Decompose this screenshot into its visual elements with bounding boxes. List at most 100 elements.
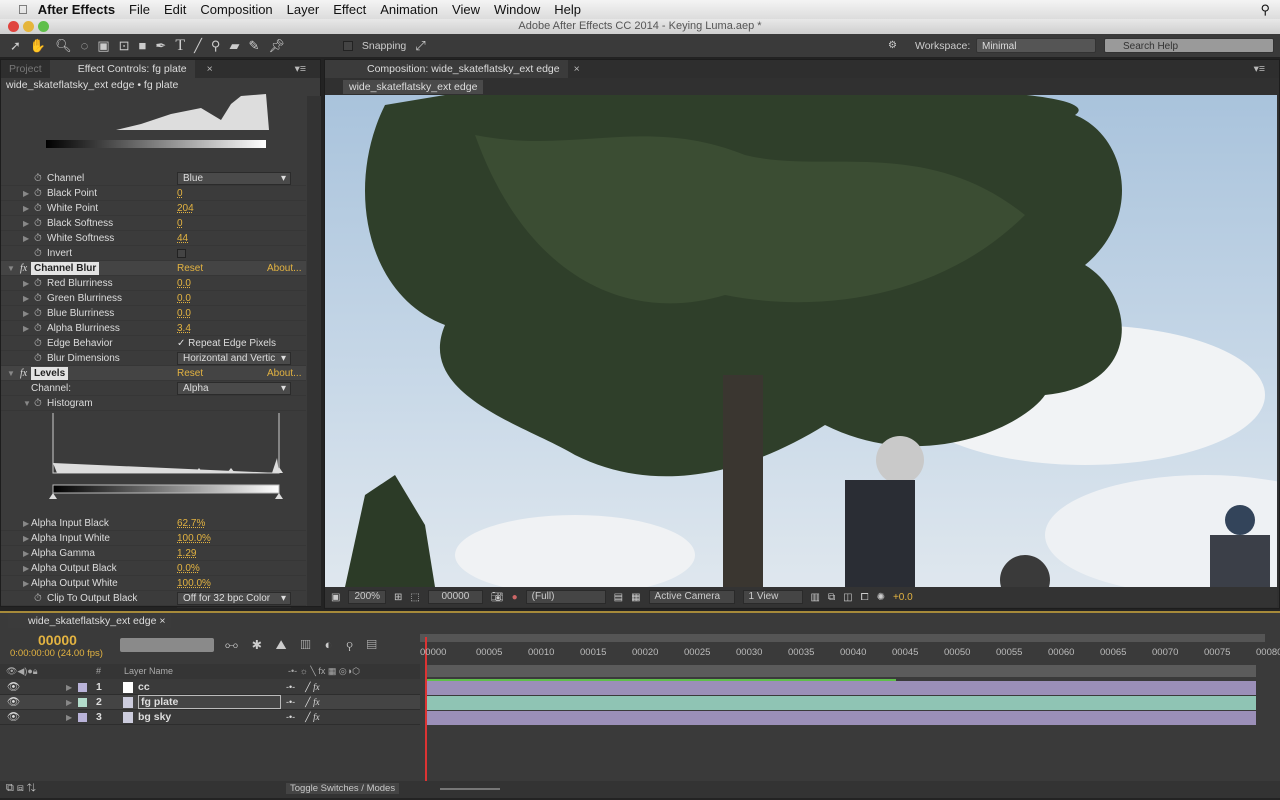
effect-name[interactable]: Channel Blur [31, 262, 100, 275]
layer-duration-bar[interactable] [426, 711, 1256, 725]
workspace-icon[interactable]: ⚙ [888, 40, 897, 51]
composition-viewer[interactable] [325, 95, 1277, 587]
alpha-output-white-value[interactable]: 100.0% [177, 576, 211, 591]
collapse-triangle-icon[interactable]: ▼ [7, 261, 15, 276]
menu-window[interactable]: Window [494, 2, 540, 17]
pan-behind-tool-icon[interactable]: ⊡ [119, 38, 130, 54]
snapping-checkbox[interactable] [342, 40, 353, 51]
expand-triangle-icon[interactable]: ▶ [23, 186, 29, 201]
layer-search-input[interactable] [120, 638, 214, 652]
exposure-icon[interactable]: ✺ [877, 592, 885, 603]
red-blurriness-value[interactable]: 0.0 [177, 276, 191, 291]
rotate-tool-icon[interactable]: ◌ [81, 38, 89, 53]
expand-triangle-icon[interactable]: ▶ [23, 516, 29, 531]
minimize-window-button[interactable] [23, 21, 34, 32]
visibility-eye-icon[interactable]: 👁︎ [7, 710, 20, 725]
pen-tool-icon[interactable]: ✒ [155, 38, 166, 54]
clip-to-output-black-dropdown[interactable]: Off for 32 bpc Color [177, 592, 291, 605]
expand-triangle-icon[interactable]: ▶ [66, 695, 72, 710]
stopwatch-icon[interactable]: ⏱︎ [34, 306, 42, 321]
label-color-swatch[interactable] [78, 713, 87, 722]
reset-link[interactable]: Reset [177, 261, 203, 276]
expand-triangle-icon[interactable]: ▶ [23, 216, 29, 231]
layer-name[interactable]: fg plate [138, 695, 281, 709]
toggle-switches-modes-button[interactable]: Toggle Switches / Modes [286, 783, 400, 794]
label-color-swatch[interactable] [78, 698, 87, 707]
close-tab-icon[interactable]: × [574, 63, 580, 75]
stopwatch-icon[interactable]: ⏱︎ [34, 246, 42, 261]
timeline-icon[interactable]: ◫ [843, 592, 852, 603]
fx-icon[interactable]: fx [20, 366, 27, 381]
stopwatch-icon[interactable]: ⏱︎ [34, 171, 42, 186]
layer-row[interactable]: 👁︎ ▶ 1 cc -•- ╱ fx [0, 680, 420, 695]
green-blurriness-value[interactable]: 0.0 [177, 291, 191, 306]
blur-dimensions-dropdown[interactable]: Horizontal and Vertic [177, 352, 291, 365]
expand-triangle-icon[interactable]: ▶ [23, 231, 29, 246]
always-preview-icon[interactable]: ▣ [331, 592, 340, 603]
tab-timeline[interactable]: wide_skateflatsky_ext edge × [8, 614, 172, 628]
fast-preview-icon[interactable]: ⧉ [828, 592, 835, 603]
layer-duration-bar[interactable] [426, 681, 1256, 695]
stopwatch-icon[interactable]: ⏱︎ [34, 231, 42, 246]
expand-triangle-icon[interactable]: ▶ [23, 576, 29, 591]
expand-triangle-icon[interactable]: ▶ [66, 680, 72, 695]
resolution-dropdown[interactable]: (Full) [525, 590, 606, 604]
stopwatch-icon[interactable]: ⏱︎ [34, 276, 42, 291]
visibility-eye-icon[interactable]: 👁︎ [7, 680, 20, 695]
black-softness-value[interactable]: 0 [177, 216, 183, 231]
expand-triangle-icon[interactable]: ▶ [23, 546, 29, 561]
apple-icon[interactable]:  [18, 2, 28, 17]
expand-triangle-icon[interactable]: ▶ [23, 561, 29, 576]
layer-switches[interactable]: -•- ╱ fx [286, 680, 320, 695]
transparency-grid-icon[interactable]: ▦ [631, 592, 640, 603]
stopwatch-icon[interactable]: ⏱︎ [34, 396, 42, 411]
invert-checkbox[interactable] [177, 249, 186, 258]
stopwatch-icon[interactable]: ⏱︎ [34, 216, 42, 231]
expand-triangle-icon[interactable]: ▶ [23, 291, 29, 306]
current-time-field[interactable]: 00000 [427, 590, 483, 604]
selection-tool-icon[interactable]: ➚ [10, 38, 21, 54]
hand-tool-icon[interactable]: ✋ [30, 38, 46, 54]
channel-dropdown[interactable]: Blue [177, 172, 291, 185]
close-tab-icon[interactable]: × [207, 63, 213, 75]
puppet-pin-tool-icon[interactable]: 📌︎ [268, 38, 285, 54]
layer-switches[interactable]: -•- ╱ fx [286, 695, 320, 710]
view-layout-dropdown[interactable]: 1 View [742, 590, 803, 604]
levels-histogram[interactable] [47, 413, 287, 503]
clone-stamp-tool-icon[interactable]: ⚲ [211, 38, 221, 54]
alpha-output-black-value[interactable]: 0.0% [177, 561, 200, 576]
zoom-window-button[interactable] [38, 21, 49, 32]
brush-tool-icon[interactable]: ╱ [194, 38, 202, 54]
menu-composition[interactable]: Composition [200, 2, 272, 17]
menu-help[interactable]: Help [554, 2, 581, 17]
expand-triangle-icon[interactable]: ▶ [23, 276, 29, 291]
app-menu[interactable]: After Effects [38, 2, 115, 17]
white-point-value[interactable]: 204 [177, 201, 194, 216]
menu-layer[interactable]: Layer [287, 2, 320, 17]
clip-to-output-white-dropdown[interactable]: Off for 32 bpc Color [177, 607, 291, 608]
layer-row[interactable]: 👁︎ ▶ 3 bg sky -•- ╱ fx [0, 710, 420, 725]
collapse-triangle-icon[interactable]: ▼ [7, 366, 15, 381]
expand-triangle-icon[interactable]: ▶ [23, 531, 29, 546]
tab-effect-controls[interactable]: Effect Controls: fg plate [49, 60, 195, 78]
zoom-tool-icon[interactable]: 🔍︎ [55, 38, 72, 54]
comp-breadcrumb[interactable]: wide_skateflatsky_ext edge [343, 80, 484, 94]
menu-edit[interactable]: Edit [164, 2, 186, 17]
layer-name[interactable]: cc [138, 680, 150, 695]
tab-composition[interactable]: Composition: wide_skateflatsky_ext edge [325, 60, 568, 78]
current-time-indicator[interactable] [425, 637, 427, 782]
layer-row[interactable]: 👁︎ ▶ 2 fg plate -•- ╱ fx [0, 695, 420, 710]
layer-switches[interactable]: -•- ╱ fx [286, 710, 320, 725]
levels-channel-dropdown[interactable]: Alpha [177, 382, 291, 395]
work-area-bar[interactable] [420, 634, 1265, 642]
fx-icon[interactable]: fx [20, 261, 27, 276]
show-channel-icon[interactable]: ● [512, 592, 518, 603]
region-of-interest-icon[interactable]: ▤ [614, 592, 623, 603]
timeline-switches-icons[interactable]: ⧟✱⛰▥◐⚲▤ [225, 637, 391, 653]
expand-triangle-icon[interactable]: ▶ [23, 201, 29, 216]
camera-dropdown[interactable]: Active Camera [648, 590, 735, 604]
workspace-dropdown[interactable]: Minimal [976, 38, 1096, 53]
stopwatch-icon[interactable]: ⏱︎ [34, 186, 42, 201]
exposure-value[interactable]: +0.0 [893, 592, 913, 603]
snap-options-icon[interactable]: ⤢ [415, 38, 425, 54]
